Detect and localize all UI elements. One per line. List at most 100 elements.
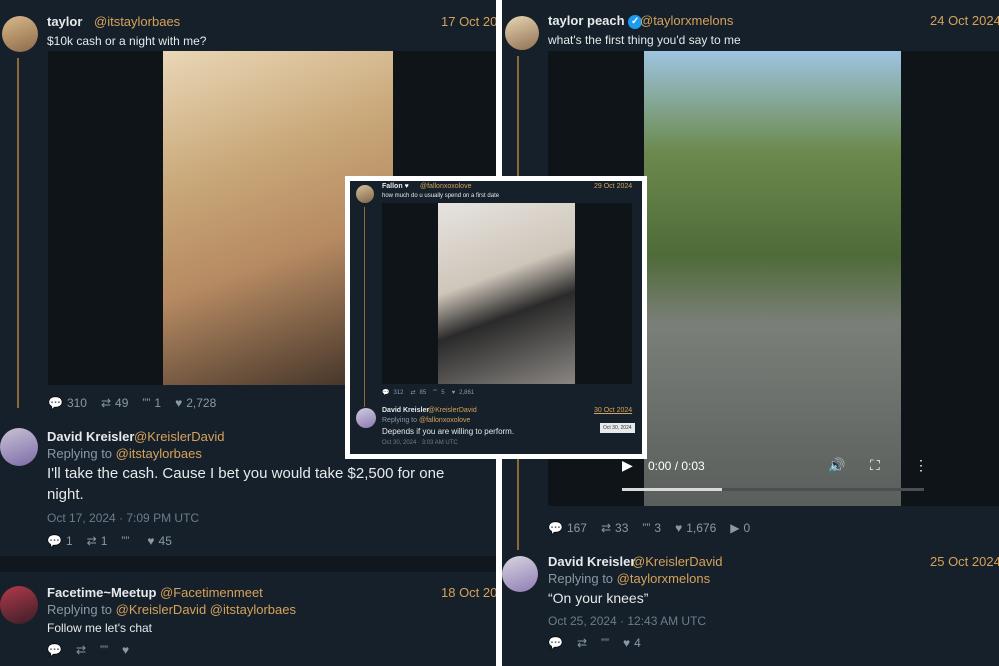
more-options-icon[interactable]: ⋮ [914,457,928,474]
video-progress-track[interactable] [622,488,924,491]
reply-author-name[interactable]: David Kreisler [548,554,635,569]
retweet-icon: ⇄ [100,396,112,410]
reply-stats: 💬 1 ⇄ 1 ”” ♥ 45 [47,534,172,548]
retweet-count[interactable]: ⇄ 33 [601,521,628,535]
retweet-icon: ⇄ [86,534,97,548]
view-count[interactable]: ▶ 0 [730,521,750,535]
reply-date[interactable]: 18 Oct 2024 [441,585,496,600]
reply-timestamp[interactable]: Oct 30, 2024 · 3:03 AM UTC [382,440,458,446]
retweet-icon: ⇄ [410,390,416,396]
reply-author-name[interactable]: David Kreisler [47,429,134,444]
reply-author-name[interactable]: Facetime~Meetup [47,585,156,600]
reply-count[interactable]: 💬 167 [548,521,587,535]
retweet-count[interactable]: ⇄ 85 [410,389,427,397]
reply-stats: 💬 ⇄ ”” ♥ 4 [548,636,641,650]
quote-icon: ”” [601,636,610,650]
quote-button[interactable]: ”” [601,636,609,650]
tweet-author-handle[interactable]: @itstaylorbaes [94,14,180,29]
reply-count[interactable]: 💬 312 [382,389,404,397]
tweet-stats: 💬 312 ⇄ 85 ”” 5 ♥ 2,861 [382,389,475,397]
play-count-icon: ▶ [730,521,740,535]
reply-icon: 💬 [47,643,62,657]
reply-author-name[interactable]: David Kreisler [382,407,429,414]
quote-icon: ”” [121,534,130,548]
replying-to: Replying to @taylorxmelons [548,571,711,586]
tweet-author-name[interactable]: taylor [47,14,82,29]
facetime-avatar[interactable] [0,586,38,624]
fallon-avatar[interactable] [356,185,374,203]
like-button[interactable]: ♥ [122,643,129,657]
quote-count[interactable]: ”” 3 [642,521,661,535]
reply-button[interactable]: 💬 [47,643,62,657]
reply-button[interactable]: 💬 [548,636,563,650]
retweet-count[interactable]: ⇄ 1 [87,534,108,548]
like-count[interactable]: ♥ 1,676 [675,521,716,535]
tweet-author-name[interactable]: taylor peach ✓ [548,13,643,29]
tweet-image[interactable] [382,203,632,384]
reply-stats: 💬 ⇄ ”” ♥ [47,643,129,657]
david-avatar[interactable] [502,556,538,592]
taylor-peach-avatar[interactable] [505,16,539,50]
like-count[interactable]: ♥ 45 [147,534,171,548]
reply-icon: 💬 [548,521,563,535]
quote-icon: ”” [642,521,651,535]
replying-to: Replying to @itstaylorbaes [47,446,202,461]
tweet-date[interactable]: 24 Oct 2024 [930,13,999,28]
separator [0,556,496,572]
tweet-stats: 💬 310 ⇄ 49 ”” 1 ♥ 2,728 [48,396,216,410]
quote-count[interactable]: ”” [121,534,133,548]
like-count[interactable]: ♥ 2,728 [175,396,216,410]
replying-to: Replying to @KreislerDavid @itstaylorbae… [47,602,296,617]
video-progress-fill [622,488,722,491]
reply-date[interactable]: 25 Oct 2024 [930,554,999,569]
taylor-avatar[interactable] [2,16,38,52]
reply-author-handle[interactable]: @Facetimenmeet [160,585,263,600]
tweet-date[interactable]: 17 Oct 2024 [441,14,496,29]
fullscreen-icon[interactable]: ⛶ [870,457,880,474]
thread-line [17,58,19,408]
tweet-author-handle[interactable]: @fallonxoxolove [420,183,471,190]
reply-icon: 💬 [382,390,390,396]
retweet-icon: ⇄ [576,636,588,650]
reply-count[interactable]: 💬 310 [48,396,87,410]
quote-count[interactable]: ”” 5 [433,389,444,396]
date-tooltip: Oct 30, 2024 [600,423,635,433]
retweet-icon: ⇄ [75,643,87,657]
reply-author-handle[interactable]: @KreislerDavid [428,407,477,414]
heart-icon: ♥ [451,389,456,396]
heart-icon: ♥ [623,636,631,650]
tweet-text: $10k cash or a night with me? [47,34,207,48]
like-count[interactable]: ♥ 2,861 [452,389,475,396]
reply-date[interactable]: 30 Oct 2024 [594,407,632,414]
reply-text-line2: night. [47,486,84,503]
tweet-text: how much do u usually spend on a first d… [382,193,500,199]
quote-count[interactable]: ”” 1 [142,396,161,410]
reply-timestamp[interactable]: Oct 17, 2024 · 7:09 PM UTC [47,511,199,525]
reply-author-handle[interactable]: @KreislerDavid [632,554,723,569]
replying-to: Replying to @fallonxoxolove [382,417,471,424]
tweet-stats: 💬 167 ⇄ 33 ”” 3 ♥ 1,676 ▶ 0 [548,521,750,535]
tweet-author-name[interactable]: Fallon ♥ [382,183,409,190]
reply-count[interactable]: 💬 1 [47,534,73,548]
tweet-author-handle[interactable]: @taylorxmelons [640,13,733,28]
retweet-count[interactable]: ⇄ 49 [101,396,128,410]
reply-text: Follow me let's chat [47,621,152,635]
heart-emoji-icon: ♥ [404,183,409,190]
like-count[interactable]: ♥ 4 [623,636,641,650]
tweet-date[interactable]: 29 Oct 2024 [594,183,632,190]
retweet-button[interactable]: ⇄ [76,643,86,657]
quote-icon: ”” [142,396,151,410]
reply-timestamp[interactable]: Oct 25, 2024 · 12:43 AM UTC [548,614,706,628]
reply-author-handle[interactable]: @KreislerDavid [134,429,225,444]
reply-icon: 💬 [48,396,63,410]
tweet-text: what's the first thing you'd say to me [548,33,741,47]
david-avatar[interactable] [356,408,376,428]
play-icon[interactable]: ▶ [622,457,633,474]
retweet-button[interactable]: ⇄ [577,636,587,650]
david-avatar[interactable] [0,428,38,466]
heart-icon: ♥ [175,396,183,410]
reply-text: Depends if you are willing to perform. [382,427,515,436]
quote-button[interactable]: ”” [100,643,108,657]
heart-icon: ♥ [675,521,683,535]
volume-icon[interactable]: 🔊 [828,457,845,474]
